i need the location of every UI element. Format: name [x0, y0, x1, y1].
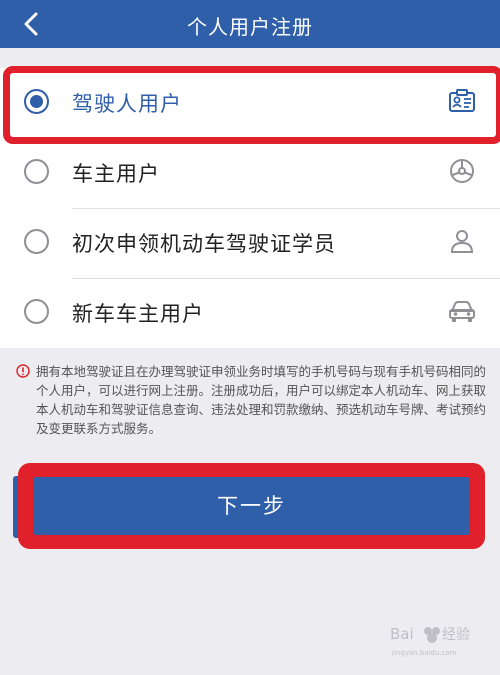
option-label: 车主用户	[72, 162, 160, 186]
option-label: 初次申领机动车驾驶证学员	[72, 232, 336, 256]
radio-vehicle-owner[interactable]	[24, 159, 49, 184]
registration-note: 拥有本地驾驶证且在办理驾驶证申领业务时填写的手机号码与现有手机号码相同的个人用户…	[16, 362, 486, 438]
option-learner-driver[interactable]: 初次申领机动车驾驶证学员	[0, 208, 500, 278]
radio-learner-driver[interactable]	[24, 229, 49, 254]
option-new-vehicle-owner[interactable]: 新车车主用户	[0, 278, 500, 348]
svg-text:jingyan.baidu.com: jingyan.baidu.com	[391, 649, 457, 657]
car-icon	[449, 301, 475, 322]
watermark-logo: Bai 经验 jingyan.baidu.com	[390, 625, 470, 657]
page-title: 个人用户注册	[187, 15, 313, 39]
next-button-highlight: 下一步	[18, 463, 485, 549]
option-vehicle-owner[interactable]: 车主用户	[0, 138, 500, 208]
note-text: 拥有本地驾驶证且在办理驾驶证申领业务时填写的手机号码与现有手机号码相同的个人用户…	[36, 364, 487, 436]
info-icon	[16, 364, 30, 378]
option-label: 新车车主用户	[72, 302, 204, 326]
next-button[interactable]: 下一步	[33, 477, 470, 535]
svg-text:Bai: Bai	[390, 625, 414, 643]
person-icon	[450, 230, 474, 253]
svg-text:经验: 经验	[442, 627, 470, 643]
header-bar: 个人用户注册	[0, 0, 500, 48]
steering-wheel-icon	[450, 159, 474, 183]
radio-new-vehicle-owner[interactable]	[24, 299, 49, 324]
highlight-frame	[3, 66, 500, 144]
